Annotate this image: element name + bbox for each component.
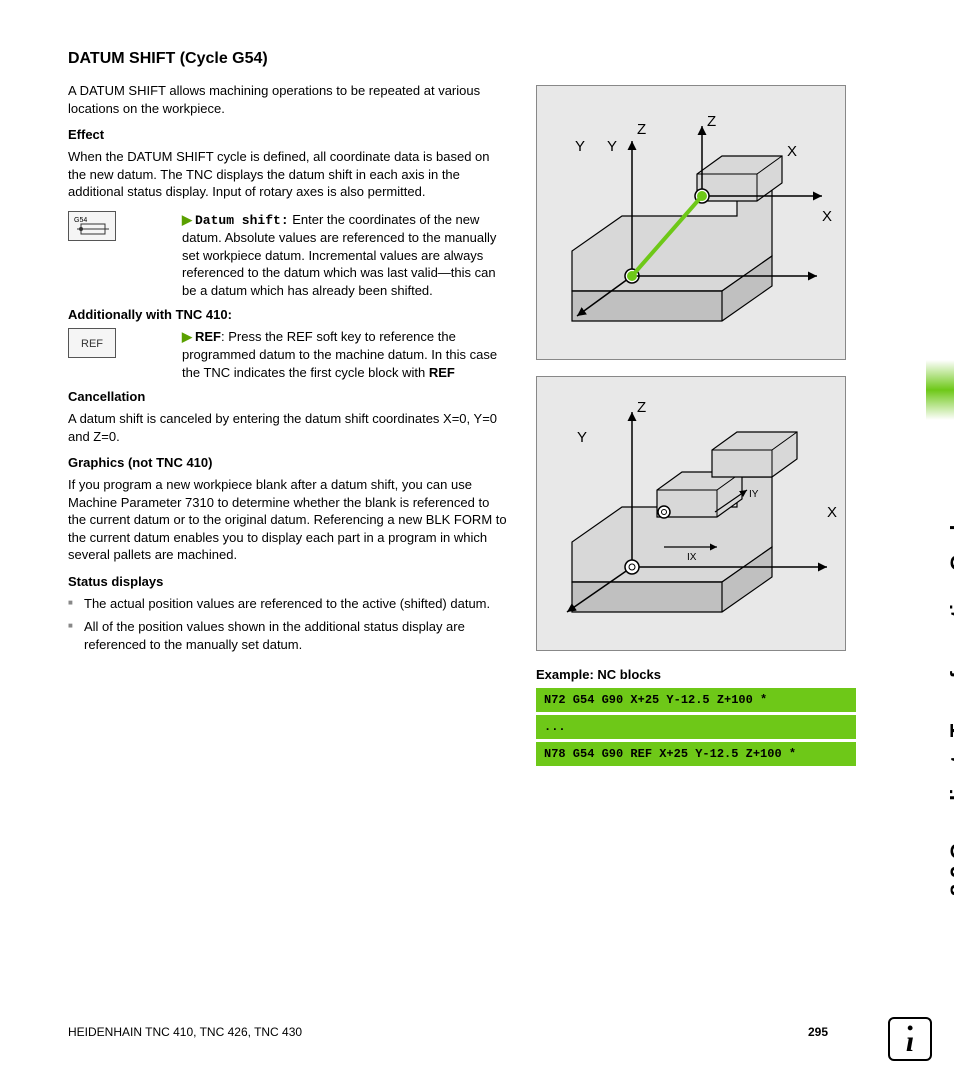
list-item: All of the position values shown in the …: [68, 618, 508, 653]
main-text-column: DATUM SHIFT (Cycle G54) A DATUM SHIFT al…: [68, 50, 508, 660]
svg-text:Z: Z: [707, 113, 716, 130]
example-heading: Example: NC blocks: [536, 667, 856, 682]
ref-softkey-icon: REF: [68, 328, 116, 358]
nc-block-line: N72 G54 G90 X+25 Y-12.5 Z+100 *: [536, 688, 856, 712]
svg-text:IY: IY: [749, 489, 759, 500]
section-number-title: 8.9 Coordinate Transformation Cycles: [946, 500, 954, 896]
page-number: 295: [808, 1025, 828, 1039]
page-title: DATUM SHIFT (Cycle G54): [68, 50, 508, 68]
nc-block-line: N78 G54 G90 REF X+25 Y-12.5 Z+100 *: [536, 742, 856, 766]
ref-row: REF ▶REF: Press the REF soft key to refe…: [68, 328, 508, 381]
tnc410-heading: Additionally with TNC 410:: [68, 307, 508, 322]
section-side-tab: 8.9 Coordinate Transformation Cycles: [914, 40, 954, 500]
svg-text:Y: Y: [577, 429, 587, 446]
datum-shift-row: G54 ▶Datum shift: Enter the coordinates …: [68, 211, 508, 300]
status-heading: Status displays: [68, 574, 508, 589]
cancellation-heading: Cancellation: [68, 389, 508, 404]
info-icon: ı: [888, 1017, 932, 1061]
svg-text:X: X: [822, 208, 832, 225]
effect-heading: Effect: [68, 127, 508, 142]
svg-text:Z: Z: [637, 121, 646, 138]
diagram-column: Z Z Y Y X X: [536, 85, 856, 769]
svg-text:X: X: [787, 143, 797, 160]
cancellation-body: A datum shift is canceled by entering th…: [68, 410, 508, 445]
svg-text:Y: Y: [575, 138, 585, 155]
svg-text:X: X: [827, 504, 837, 521]
list-arrow-icon: ▶: [182, 329, 192, 344]
list-arrow-icon: ▶: [182, 212, 192, 227]
graphics-heading: Graphics (not TNC 410): [68, 455, 508, 470]
svg-text:Y: Y: [607, 138, 617, 155]
list-item: The actual position values are reference…: [68, 595, 508, 613]
intro-paragraph: A DATUM SHIFT allows machining operation…: [68, 82, 508, 117]
g54-cycle-icon: G54: [68, 211, 116, 241]
ref-label: REF: [195, 329, 221, 344]
svg-text:G54: G54: [74, 217, 87, 224]
datum-shift-diagram-2: Z Y X IY IX: [536, 376, 846, 651]
svg-text:IX: IX: [687, 552, 697, 563]
graphics-body: If you program a new workpiece blank aft…: [68, 476, 508, 564]
datum-shift-diagram-1: Z Z Y Y X X: [536, 85, 846, 360]
status-list: The actual position values are reference…: [68, 595, 508, 654]
datum-shift-label: Datum shift:: [195, 213, 289, 228]
nc-block-line: ...: [536, 715, 856, 739]
ref-trail: REF: [429, 365, 455, 380]
svg-text:Z: Z: [637, 399, 646, 416]
effect-body: When the DATUM SHIFT cycle is defined, a…: [68, 148, 508, 201]
footer-product-line: HEIDENHAIN TNC 410, TNC 426, TNC 430: [68, 1025, 302, 1039]
side-gradient-accent: [926, 360, 954, 420]
page-footer: HEIDENHAIN TNC 410, TNC 426, TNC 430 295: [68, 1025, 858, 1039]
